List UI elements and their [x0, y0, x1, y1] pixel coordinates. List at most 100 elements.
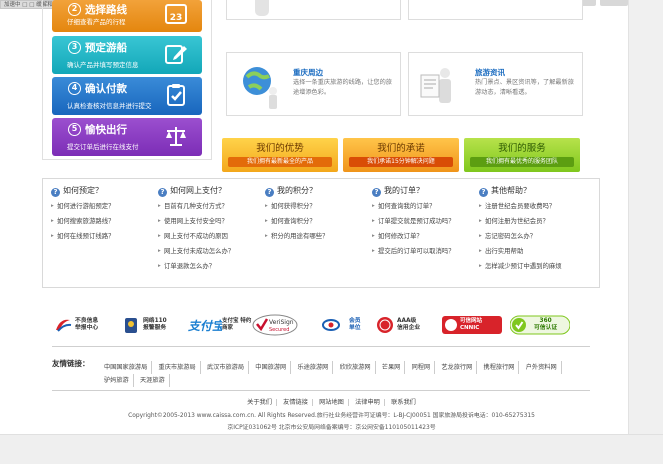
step-confirm-payment[interactable]: 4 确认付款 认真检查核对信息并进行提交	[52, 77, 202, 115]
friend-link[interactable]: 携程旅行网	[480, 361, 520, 374]
cnnic-member-icon	[322, 319, 340, 331]
card-desc: 热门景点、景区资讯等，了解最新旅游动态，清晰看透。	[475, 79, 574, 96]
friend-link[interactable]: 天涯旅游	[136, 374, 170, 387]
help-link[interactable]: 提交后的订单可以取消吗？	[372, 244, 455, 259]
friend-link[interactable]: 重庆市旅游局	[155, 361, 201, 374]
friend-link[interactable]: 芒果网	[378, 361, 406, 374]
help-heading[interactable]: 如何网上支付？	[170, 186, 226, 195]
help-link[interactable]: 怎样减少预订中遇到的麻烦	[479, 259, 562, 274]
copyright: Copyright©2005-2013 www.caissa.com.cn. A…	[128, 413, 535, 419]
footer-link-friends[interactable]: 友情链接	[279, 399, 313, 406]
right-scroll-area	[628, 0, 663, 464]
trust-badges: 不良信息 举报中心 网络110 报警服务 支付宝 支付宝 特约 商家 VeriS…	[54, 310, 574, 340]
globe-figure-icon	[243, 67, 277, 109]
promise-sub: 我们拥有最优秀的服务团队	[470, 157, 574, 167]
step-book-boat[interactable]: 3 预定游船 确认产品并填写预定信息	[52, 36, 202, 74]
help-heading[interactable]: 我的积分？	[277, 186, 317, 195]
friend-link[interactable]: 欣欣旅游网	[336, 361, 376, 374]
footer-link-legal[interactable]: 法律申明	[351, 399, 385, 406]
icp-record: 京ICP证031062号 北京市公安局网络备案编号：京公网安备110105011…	[227, 425, 436, 431]
badge-alipay[interactable]: 支付宝 支付宝 特约 商家	[188, 310, 251, 340]
divider	[52, 390, 590, 391]
help-link[interactable]: 如何修改订单？	[372, 229, 455, 244]
help-link[interactable]: 如何注册为世纪会员？	[479, 214, 562, 229]
help-link[interactable]: 如何查询我的订单？	[372, 199, 455, 214]
help-col-booking: ?如何预定？ 如何进行游船预定？ 如何搜索旅游路线？ 如何在线预订线路？	[51, 185, 115, 244]
friend-link[interactable]: 户外资料网	[522, 361, 562, 374]
help-link[interactable]: 如何搜索旅游路线？	[51, 214, 115, 229]
step-title: 愉快出行	[85, 124, 127, 136]
badge-360[interactable]: 360 可信认证	[510, 310, 570, 340]
step-enjoy-trip[interactable]: 5 愉快出行 提交订单后进行在线支付	[52, 118, 202, 156]
footer-link-about[interactable]: 关于我们	[243, 399, 277, 406]
promise-sub: 我们承诺15分钟解决问题	[349, 157, 453, 167]
svg-text:Secured: Secured	[269, 327, 289, 333]
help-link[interactable]: 订单退款怎么办？	[158, 259, 234, 274]
badge-text: 不良信息 举报中心	[75, 318, 99, 331]
police-icon	[125, 318, 137, 333]
help-link[interactable]: 如何查询积分？	[265, 214, 329, 229]
badge-verisign[interactable]: VeriSign Secured	[252, 310, 298, 340]
help-heading[interactable]: 我的订单？	[384, 186, 424, 195]
step-desc: 仔细查看产品的行程	[67, 18, 126, 26]
friend-link[interactable]: 驴妈旅游	[100, 374, 134, 387]
badge-text: 支付宝 特约 商家	[222, 318, 252, 331]
step-number: 3	[68, 41, 81, 54]
help-link[interactable]: 如何进行游船预定？	[51, 199, 115, 214]
friend-link[interactable]: 中国国家旅游局	[100, 361, 153, 374]
clipboard-check-icon	[167, 84, 185, 106]
badge-police[interactable]: 网络110 报警服务	[122, 310, 167, 340]
svg-text:VeriSign: VeriSign	[269, 319, 294, 326]
help-link[interactable]: 忘记密码怎么办？	[479, 229, 562, 244]
promise-service[interactable]: 我们的服务 我们拥有最优秀的服务团队	[464, 138, 580, 172]
badge-trusted-site[interactable]: 可信网站 CNNIC	[442, 310, 502, 340]
help-link[interactable]: 订单提交就是预订成功吗？	[372, 214, 455, 229]
help-section: ?如何预定？ 如何进行游船预定？ 如何搜索旅游路线？ 如何在线预订线路？ ?如何…	[42, 178, 600, 288]
promise-advantage[interactable]: 我们的优势 我们拥有最新最全的产品	[222, 138, 338, 172]
badge-text: 可信网站 CNNIC	[460, 318, 483, 331]
help-link[interactable]: 网上支付不成功的原因	[158, 229, 234, 244]
promo-box-left	[226, 0, 401, 20]
card-travel-news[interactable]: 旅游资讯 热门景点、景区资讯等，了解最新旅游动态，清晰看透。	[408, 52, 583, 116]
footer-link-contact[interactable]: 联系我们	[387, 399, 420, 406]
friend-link[interactable]: 中国旅游网	[251, 361, 292, 374]
help-link[interactable]: 出行实用帮助	[479, 244, 562, 259]
card-title[interactable]: 重庆周边	[293, 67, 323, 78]
step-select-route[interactable]: 2 选择路线 仔细查看产品的行程 23	[52, 0, 202, 32]
promise-sub: 我们拥有最新最全的产品	[228, 157, 332, 167]
help-link[interactable]: 网上支付未成功怎么办？	[158, 244, 234, 259]
help-link[interactable]: 使用网上支付安全吗？	[158, 214, 234, 229]
card-title[interactable]: 旅游资讯	[475, 67, 505, 78]
friend-links-label: 友情链接：	[52, 359, 90, 368]
help-heading[interactable]: 如何预定？	[63, 186, 103, 195]
help-link[interactable]: 如何在线预订线路？	[51, 229, 115, 244]
promise-commitment[interactable]: 我们的承诺 我们承诺15分钟解决问题	[343, 138, 459, 172]
footer-links: 关于我们 友情链接 网站地图 法律申明 联系我们	[0, 397, 663, 406]
help-heading[interactable]: 其他帮助？	[491, 186, 531, 195]
step-title: 预定游船	[85, 42, 127, 54]
friend-link[interactable]: 艺龙旅行网	[437, 361, 478, 374]
card-chongqing-surroundings[interactable]: 重庆周边 选择一条重庆旅游的线路，让您的旅途增添色彩。	[226, 52, 401, 116]
help-link[interactable]: 目前有几种支付方式？	[158, 199, 234, 214]
alipay-icon: 支付宝	[188, 319, 222, 333]
friend-link[interactable]: 乐途旅游网	[293, 361, 334, 374]
promise-title: 我们的承诺	[377, 143, 425, 154]
footer-link-sitemap[interactable]: 网站地图	[315, 399, 349, 406]
reading-figure-icon	[420, 68, 451, 103]
help-link[interactable]: 如何获得积分？	[265, 199, 329, 214]
internet-report-icon	[56, 319, 72, 332]
help-col-points: ?我的积分？ 如何获得积分？ 如何查询积分？ 积分的用途有哪些？	[265, 185, 329, 244]
badge-report-center[interactable]: 不良信息 举报中心	[54, 310, 98, 340]
svg-text:23: 23	[170, 13, 183, 23]
badge-text: 会员 单位	[349, 318, 361, 331]
help-link[interactable]: 注册世纪会员要收费吗？	[479, 199, 562, 214]
badge-aaa-credit[interactable]: AAA级 信用企业	[376, 310, 420, 340]
friend-link[interactable]: 同程网	[408, 361, 436, 374]
badge-cnnic-member[interactable]: 会员 单位	[316, 310, 361, 340]
help-link[interactable]: 积分的用途有哪些？	[265, 229, 329, 244]
question-icon: ?	[51, 188, 60, 197]
question-icon: ?	[265, 188, 274, 197]
calendar-icon: 23	[165, 4, 187, 24]
step-title: 确认付款	[85, 83, 127, 95]
friend-link[interactable]: 武汉市旅游局	[203, 361, 250, 374]
